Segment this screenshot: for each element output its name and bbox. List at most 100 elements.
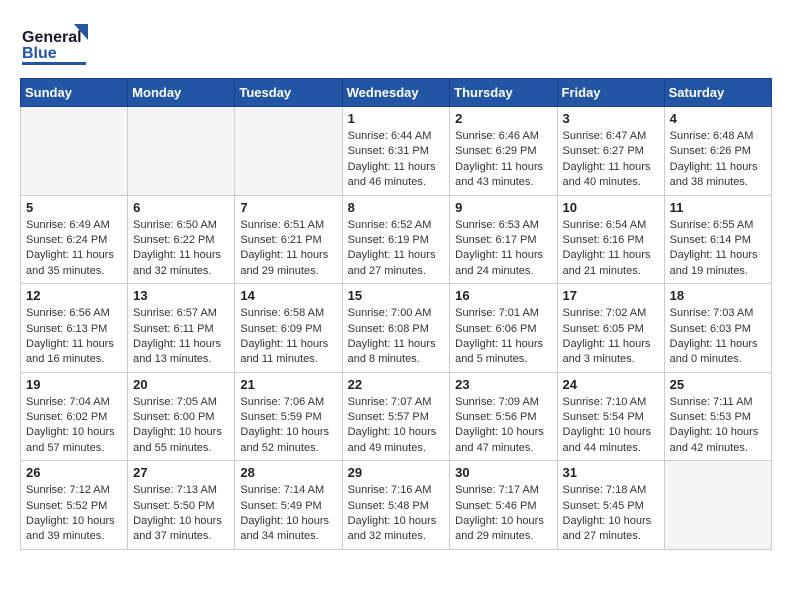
day-number: 27 [133,465,229,480]
day-number: 24 [563,377,659,392]
day-info: Sunrise: 7:11 AMSunset: 5:53 PMDaylight:… [670,395,766,457]
calendar-cell: 16Sunrise: 7:01 AMSunset: 6:06 PMDayligh… [450,284,557,373]
day-info: Sunrise: 6:48 AMSunset: 6:26 PMDaylight:… [670,129,766,191]
day-info: Sunrise: 6:55 AMSunset: 6:14 PMDaylight:… [670,218,766,280]
day-info: Sunrise: 7:18 AMSunset: 5:45 PMDaylight:… [563,483,659,545]
calendar-cell [664,461,771,550]
day-info: Sunrise: 6:47 AMSunset: 6:27 PMDaylight:… [563,129,659,191]
day-info: Sunrise: 6:49 AMSunset: 6:24 PMDaylight:… [26,218,122,280]
day-info: Sunrise: 7:09 AMSunset: 5:56 PMDaylight:… [455,395,551,457]
calendar-cell: 12Sunrise: 6:56 AMSunset: 6:13 PMDayligh… [21,284,128,373]
logo: General Blue [20,20,88,68]
weekday-header-saturday: Saturday [664,79,771,107]
day-number: 4 [670,111,766,126]
day-number: 26 [26,465,122,480]
calendar-cell: 30 Sunrise: 7:17 AMSunset: 5:46 PMDayligh… [450,461,557,550]
day-info: Sunrise: 6:44 AMSunset: 6:31 PMDaylight:… [348,129,445,191]
day-number: 22 [348,377,445,392]
calendar-cell: 9 Sunrise: 6:53 AMSunset: 6:17 PMDaylight… [450,195,557,284]
calendar-cell: 26Sunrise: 7:12 AMSunset: 5:52 PMDayligh… [21,461,128,550]
calendar-cell: 14 Sunrise: 6:58 AMSunset: 6:09 PMDayligh… [235,284,342,373]
day-info: Sunrise: 6:58 AMSunset: 6:09 PMDaylight:… [240,306,336,368]
calendar-cell: 8Sunrise: 6:52 AMSunset: 6:19 PMDaylight… [342,195,450,284]
calendar-cell: 5 Sunrise: 6:49 AMSunset: 6:24 PMDaylight… [21,195,128,284]
calendar-cell: 27 Sunrise: 7:13 AMSunset: 5:50 PMDayligh… [128,461,235,550]
day-number: 28 [240,465,336,480]
day-number: 14 [240,288,336,303]
week-row-2: 5 Sunrise: 6:49 AMSunset: 6:24 PMDaylight… [21,195,772,284]
calendar-cell: 10Sunrise: 6:54 AMSunset: 6:16 PMDayligh… [557,195,664,284]
day-number: 5 [26,200,122,215]
day-number: 21 [240,377,336,392]
week-row-5: 26Sunrise: 7:12 AMSunset: 5:52 PMDayligh… [21,461,772,550]
weekday-header-monday: Monday [128,79,235,107]
weekday-header-thursday: Thursday [450,79,557,107]
calendar-cell: 13 Sunrise: 6:57 AMSunset: 6:11 PMDayligh… [128,284,235,373]
calendar-cell: 4 Sunrise: 6:48 AMSunset: 6:26 PMDaylight… [664,107,771,196]
calendar-cell: 18 Sunrise: 7:03 AMSunset: 6:03 PMDayligh… [664,284,771,373]
day-info: Sunrise: 7:17 AMSunset: 5:46 PMDaylight:… [455,483,551,545]
day-number: 20 [133,377,229,392]
day-number: 1 [348,111,445,126]
calendar-cell [128,107,235,196]
calendar-cell: 7 Sunrise: 6:51 AMSunset: 6:21 PMDaylight… [235,195,342,284]
page-header: General Blue [20,20,772,68]
day-number: 3 [563,111,659,126]
day-info: Sunrise: 6:53 AMSunset: 6:17 PMDaylight:… [455,218,551,280]
day-number: 31 [563,465,659,480]
day-info: Sunrise: 7:14 AMSunset: 5:49 PMDaylight:… [240,483,336,545]
calendar-cell: 15 Sunrise: 7:00 AMSunset: 6:08 PMDayligh… [342,284,450,373]
day-info: Sunrise: 7:06 AMSunset: 5:59 PMDaylight:… [240,395,336,457]
calendar-cell: 22 Sunrise: 7:07 AMSunset: 5:57 PMDayligh… [342,372,450,461]
calendar-cell [235,107,342,196]
day-info: Sunrise: 6:56 AMSunset: 6:13 PMDaylight:… [26,306,122,368]
calendar-cell: 17Sunrise: 7:02 AMSunset: 6:05 PMDayligh… [557,284,664,373]
weekday-header-sunday: Sunday [21,79,128,107]
week-row-1: 1 Sunrise: 6:44 AMSunset: 6:31 PMDaylight… [21,107,772,196]
day-info: Sunrise: 6:54 AMSunset: 6:16 PMDaylight:… [563,218,659,280]
day-info: Sunrise: 7:07 AMSunset: 5:57 PMDaylight:… [348,395,445,457]
calendar-cell: 29Sunrise: 7:16 AMSunset: 5:48 PMDayligh… [342,461,450,550]
day-info: Sunrise: 6:51 AMSunset: 6:21 PMDaylight:… [240,218,336,280]
logo-icon: General Blue [20,20,88,68]
day-number: 19 [26,377,122,392]
weekday-header-friday: Friday [557,79,664,107]
day-info: Sunrise: 7:10 AMSunset: 5:54 PMDaylight:… [563,395,659,457]
day-info: Sunrise: 7:00 AMSunset: 6:08 PMDaylight:… [348,306,445,368]
day-number: 7 [240,200,336,215]
day-number: 23 [455,377,551,392]
day-number: 6 [133,200,229,215]
day-info: Sunrise: 6:57 AMSunset: 6:11 PMDaylight:… [133,306,229,368]
calendar-cell: 11 Sunrise: 6:55 AMSunset: 6:14 PMDayligh… [664,195,771,284]
day-number: 13 [133,288,229,303]
day-number: 11 [670,200,766,215]
calendar-cell: 21 Sunrise: 7:06 AMSunset: 5:59 PMDayligh… [235,372,342,461]
day-number: 9 [455,200,551,215]
day-info: Sunrise: 6:46 AMSunset: 6:29 PMDaylight:… [455,129,551,191]
calendar-cell: 28 Sunrise: 7:14 AMSunset: 5:49 PMDayligh… [235,461,342,550]
week-row-4: 19 Sunrise: 7:04 AMSunset: 6:02 PMDayligh… [21,372,772,461]
calendar-cell: 24 Sunrise: 7:10 AMSunset: 5:54 PMDayligh… [557,372,664,461]
svg-text:Blue: Blue [22,45,57,62]
day-number: 15 [348,288,445,303]
day-info: Sunrise: 7:01 AMSunset: 6:06 PMDaylight:… [455,306,551,368]
week-row-3: 12Sunrise: 6:56 AMSunset: 6:13 PMDayligh… [21,284,772,373]
day-info: Sunrise: 7:16 AMSunset: 5:48 PMDaylight:… [348,483,445,545]
calendar-cell: 1 Sunrise: 6:44 AMSunset: 6:31 PMDaylight… [342,107,450,196]
weekday-header-tuesday: Tuesday [235,79,342,107]
day-info: Sunrise: 7:13 AMSunset: 5:50 PMDaylight:… [133,483,229,545]
day-info: Sunrise: 7:03 AMSunset: 6:03 PMDaylight:… [670,306,766,368]
day-number: 17 [563,288,659,303]
day-info: Sunrise: 7:04 AMSunset: 6:02 PMDaylight:… [26,395,122,457]
day-number: 18 [670,288,766,303]
calendar-cell: 31 Sunrise: 7:18 AMSunset: 5:45 PMDayligh… [557,461,664,550]
calendar-cell [21,107,128,196]
weekday-header-wednesday: Wednesday [342,79,450,107]
calendar-cell: 20Sunrise: 7:05 AMSunset: 6:00 PMDayligh… [128,372,235,461]
day-info: Sunrise: 6:50 AMSunset: 6:22 PMDaylight:… [133,218,229,280]
weekday-header-row: SundayMondayTuesdayWednesdayThursdayFrid… [21,79,772,107]
calendar-cell: 25Sunrise: 7:11 AMSunset: 5:53 PMDayligh… [664,372,771,461]
calendar-cell: 3 Sunrise: 6:47 AMSunset: 6:27 PMDaylight… [557,107,664,196]
day-number: 30 [455,465,551,480]
calendar-cell: 19 Sunrise: 7:04 AMSunset: 6:02 PMDayligh… [21,372,128,461]
